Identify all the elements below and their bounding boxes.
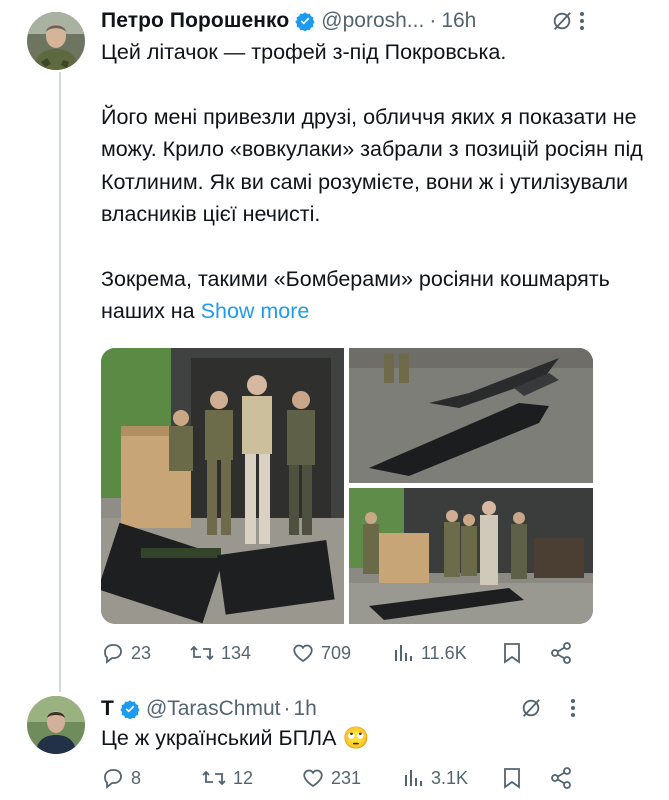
separator-dot: · <box>283 697 291 720</box>
tweet-paragraph: Це ж український БПЛА <box>101 726 337 750</box>
views-button[interactable]: 11.6K <box>391 641 501 665</box>
reply-button[interactable]: 23 <box>101 641 189 665</box>
more-icon[interactable] <box>566 697 580 720</box>
repost-icon <box>190 645 214 661</box>
grok-icon[interactable] <box>551 10 573 32</box>
media-grid <box>101 348 593 624</box>
tweet-text: Це ж український БПЛА 🙄 <box>101 722 646 755</box>
reply-button[interactable]: 8 <box>101 766 201 790</box>
tweet-photo[interactable] <box>101 348 344 624</box>
like-count: 709 <box>321 642 352 663</box>
tweet-actions: 8 12 231 3.1K <box>101 766 581 790</box>
reply-count: 8 <box>131 767 142 788</box>
views-icon <box>405 770 422 786</box>
timestamp[interactable]: 16h <box>441 9 476 33</box>
avatar[interactable] <box>27 696 85 754</box>
tweet-header: Петро Порошенко @porosh... · 16h <box>101 6 476 36</box>
reply-icon <box>104 769 122 789</box>
share-icon <box>551 767 571 789</box>
author-handle[interactable]: @TarasChmut <box>146 697 281 721</box>
repost-button[interactable]: 12 <box>201 766 301 790</box>
tweet-text: Цей літачок — трофей з-під Покровська. Й… <box>101 36 646 328</box>
tweet-paragraph: Його мені привезли друзі, обличчя яких я… <box>101 104 643 227</box>
repost-count: 12 <box>233 767 254 788</box>
tweet-actions: 23 134 709 11.6K <box>101 641 581 665</box>
verified-badge-icon <box>295 12 315 31</box>
reply-count: 23 <box>131 642 152 663</box>
like-icon <box>293 644 313 663</box>
separator-dot: · <box>429 9 437 32</box>
tweet-paragraph-last: Зокрема, такими «Бомберами» росіяни кошм… <box>101 263 646 328</box>
share-button[interactable] <box>549 641 579 665</box>
repost-count: 134 <box>221 642 252 663</box>
verified-badge-icon <box>120 700 140 719</box>
author-handle[interactable]: @porosh... <box>321 9 424 33</box>
tweet-paragraph: Цей літачок — трофей з-під Покровська. <box>101 40 507 64</box>
tweet-header: T @TarasChmut · 1h <box>101 694 317 724</box>
tweet-photo[interactable] <box>349 488 593 624</box>
grok-icon[interactable] <box>520 697 542 719</box>
share-button[interactable] <box>549 766 579 790</box>
views-count: 11.6K <box>421 642 467 663</box>
views-button[interactable]: 3.1K <box>401 766 501 790</box>
like-button[interactable]: 709 <box>291 641 391 665</box>
repost-icon <box>202 770 226 786</box>
like-button[interactable]: 231 <box>301 766 401 790</box>
tweet-paragraph-text: Зокрема, такими «Бомберами» росіяни кошм… <box>101 266 610 324</box>
timeline: Петро Порошенко @porosh... · 16h Цей літ… <box>0 0 669 800</box>
share-icon <box>551 642 571 664</box>
tweet-photo[interactable] <box>349 348 593 483</box>
bookmark-icon <box>504 768 520 789</box>
reply-icon <box>104 644 122 664</box>
avatar[interactable] <box>27 12 85 70</box>
author-name[interactable]: T <box>101 697 114 721</box>
bookmark-icon <box>504 643 520 664</box>
like-count: 231 <box>331 767 362 788</box>
thread-line <box>59 72 61 692</box>
more-icon[interactable] <box>575 10 589 33</box>
repost-button[interactable]: 134 <box>189 641 291 665</box>
like-icon <box>303 769 323 788</box>
bookmark-button[interactable] <box>501 766 549 790</box>
emoji: 🙄 <box>342 726 370 750</box>
timestamp[interactable]: 1h <box>293 697 316 721</box>
show-more-link[interactable]: Show more <box>201 299 310 323</box>
views-icon <box>395 645 412 661</box>
bookmark-button[interactable] <box>501 641 549 665</box>
author-name[interactable]: Петро Порошенко <box>101 9 289 33</box>
views-count: 3.1K <box>431 767 469 788</box>
